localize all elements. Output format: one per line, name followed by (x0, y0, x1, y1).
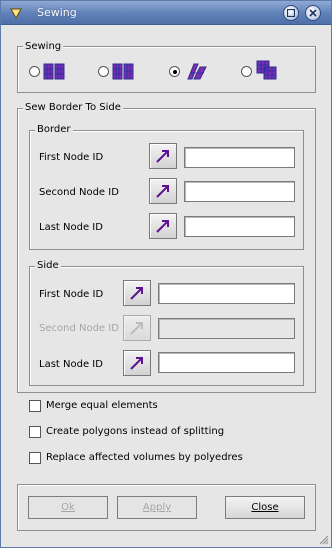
sewing-dialog: Sewing Sewing Sew Border To Side Border … (0, 0, 332, 548)
ok-button-label: Ok (61, 502, 75, 513)
maximize-button[interactable] (283, 5, 299, 21)
select-arrow-icon (130, 357, 143, 370)
side-legend: Side (35, 260, 61, 271)
side-first-node-field[interactable] (158, 283, 295, 304)
maximize-icon (287, 9, 295, 17)
side-last-node-field[interactable] (158, 352, 295, 373)
replace-volumes-checkbox[interactable] (29, 452, 41, 464)
sew-border-to-side-icon (187, 63, 207, 80)
ok-button[interactable]: Ok (28, 496, 108, 519)
apply-button[interactable]: Apply (117, 496, 197, 519)
select-arrow-icon (156, 220, 169, 233)
sew-free-borders-radio[interactable] (29, 66, 40, 77)
sewing-legend: Sewing (23, 41, 64, 52)
select-arrow-icon (156, 150, 169, 163)
border-first-node-field[interactable] (184, 147, 295, 168)
border-second-node-label: Second Node ID (39, 187, 119, 198)
border-last-node-label: Last Node ID (39, 222, 103, 233)
app-icon (10, 8, 22, 20)
sew-free-borders-icon (43, 63, 65, 80)
sew-border-to-side-radio[interactable] (169, 66, 180, 77)
sew-side-elements-radio[interactable] (241, 66, 252, 77)
border-legend: Border (35, 124, 73, 135)
side-last-node-select-button[interactable] (123, 350, 151, 376)
window-title: Sewing (37, 6, 77, 19)
border-last-node-select-button[interactable] (149, 213, 177, 239)
side-second-node-field[interactable] (158, 318, 295, 339)
sew-side-elements-icon (256, 60, 277, 80)
merge-equal-elements-checkbox[interactable] (29, 400, 41, 412)
merge-equal-elements-label: Merge equal elements (46, 400, 158, 411)
sew-border-to-side-legend: Sew Border To Side (23, 102, 123, 113)
side-second-node-label: Second Node ID (39, 323, 119, 334)
create-polygons-checkbox[interactable] (29, 426, 41, 438)
close-window-button[interactable] (305, 5, 321, 21)
close-button[interactable]: Close (225, 496, 305, 519)
replace-volumes-label: Replace affected volumes by polyedres (46, 452, 243, 463)
close-button-label: Close (251, 502, 279, 513)
border-first-node-label: First Node ID (39, 152, 104, 163)
border-second-node-select-button[interactable] (149, 178, 177, 204)
border-second-node-field[interactable] (184, 181, 295, 202)
close-icon (309, 9, 317, 17)
title-bar[interactable]: Sewing (1, 1, 331, 25)
resize-grip-icon[interactable] (317, 533, 329, 545)
sew-conform-free-borders-icon (112, 63, 134, 80)
side-second-node-select-button[interactable] (123, 315, 151, 341)
select-arrow-icon (130, 322, 143, 335)
create-polygons-label: Create polygons instead of splitting (46, 426, 225, 437)
side-last-node-label: Last Node ID (39, 359, 103, 370)
side-first-node-label: First Node ID (39, 289, 104, 300)
select-arrow-icon (156, 185, 169, 198)
sew-conform-free-borders-radio[interactable] (98, 66, 109, 77)
border-last-node-field[interactable] (184, 216, 295, 237)
side-first-node-select-button[interactable] (123, 280, 151, 306)
apply-button-label: Apply (142, 502, 172, 513)
select-arrow-icon (130, 287, 143, 300)
border-first-node-select-button[interactable] (149, 143, 177, 169)
